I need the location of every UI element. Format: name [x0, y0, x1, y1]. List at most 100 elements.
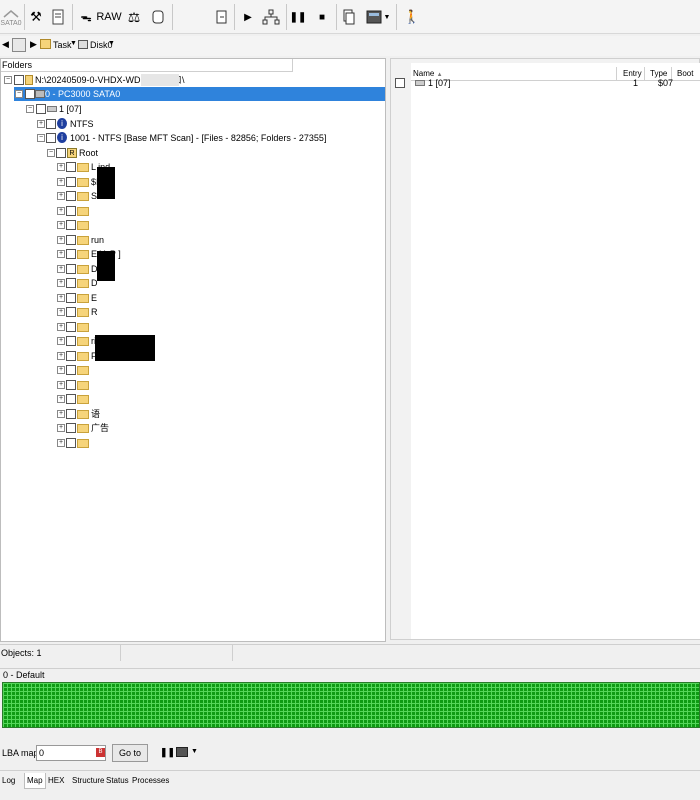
checkbox[interactable] — [66, 176, 76, 187]
tools-button[interactable]: ⚒ — [28, 4, 44, 30]
checkbox[interactable] — [66, 408, 76, 419]
walk-button[interactable]: 🚶 — [404, 4, 420, 30]
checkbox[interactable] — [66, 220, 76, 230]
task-menu[interactable]: Task — [53, 40, 72, 50]
expand-icon[interactable]: + — [57, 366, 65, 374]
pause-icon[interactable]: ❚❚ — [160, 747, 175, 758]
collapse-icon[interactable]: − — [47, 149, 55, 157]
folder-item[interactable]: + 语 — [57, 407, 257, 421]
folder-item[interactable]: + — [57, 320, 257, 334]
collapse-icon[interactable]: − — [37, 134, 45, 142]
image-icon[interactable] — [176, 747, 188, 757]
checkbox[interactable] — [36, 104, 46, 114]
expand-icon[interactable]: + — [57, 163, 65, 171]
tree-button[interactable] — [262, 4, 280, 30]
expand-icon[interactable]: + — [57, 424, 65, 432]
row-checkbox[interactable] — [395, 78, 405, 88]
folder-item[interactable]: + R — [57, 305, 257, 319]
expand-icon[interactable]: + — [57, 322, 65, 331]
expand-icon[interactable]: + — [57, 279, 65, 287]
collapse-icon[interactable]: − — [15, 90, 23, 98]
expand-icon[interactable]: + — [57, 337, 65, 345]
expand-icon[interactable]: + — [57, 235, 65, 244]
checkbox[interactable] — [66, 263, 76, 274]
checkbox[interactable] — [66, 350, 76, 361]
checkbox[interactable] — [66, 336, 76, 346]
checkbox[interactable] — [14, 75, 24, 85]
tree-row-path[interactable]: − N:\20240509-0-VHDX-WD1000-卡扣 \ — [1, 73, 385, 87]
folder-item[interactable]: + — [57, 204, 257, 218]
expand-icon[interactable]: + — [57, 221, 65, 229]
expand-icon[interactable]: + — [57, 351, 65, 360]
chevron-down-icon[interactable]: ▼ — [70, 40, 77, 47]
tree-row-root[interactable]: − R Root — [47, 146, 247, 160]
expand-icon[interactable]: + — [57, 192, 65, 200]
folder-item[interactable]: + $I — [57, 175, 257, 189]
sector-split-button[interactable]: ⚖ — [126, 4, 142, 30]
expand-icon[interactable]: + — [57, 293, 65, 302]
checkbox[interactable] — [66, 394, 76, 404]
checkbox[interactable] — [66, 249, 76, 259]
chevron-down-icon[interactable]: ▼ — [191, 748, 198, 755]
folder-item[interactable]: + rial — [57, 334, 257, 348]
expand-icon[interactable]: + — [57, 264, 65, 273]
tab-hex[interactable]: HEX — [46, 773, 66, 789]
expand-icon[interactable]: + — [57, 380, 65, 389]
collapse-icon[interactable]: − — [4, 76, 12, 84]
binoculars-button[interactable]: ᯓ — [78, 4, 94, 30]
folder-item[interactable]: + — [57, 378, 257, 392]
sata-port-button[interactable]: SATA0 — [0, 4, 22, 30]
checkbox[interactable] — [66, 278, 76, 288]
expand-icon[interactable]: + — [57, 308, 65, 316]
export-button[interactable] — [214, 4, 230, 30]
goto-button[interactable]: Go to — [112, 744, 148, 762]
view-mode-dropdown[interactable]: ▼ — [364, 4, 392, 30]
checkbox[interactable] — [66, 437, 76, 448]
tree-row-ntfs[interactable]: + i NTFS — [37, 117, 237, 131]
tab-structure[interactable]: Structure — [70, 773, 106, 789]
checkbox[interactable] — [46, 133, 56, 143]
folder-item[interactable]: +E YuP ] — [57, 247, 257, 261]
checkbox[interactable] — [25, 89, 35, 99]
expand-icon[interactable]: + — [57, 177, 65, 186]
tree-row-scan[interactable]: − i 1001 - NTFS [Base MFT Scan] - [Files… — [37, 131, 377, 145]
folder-item[interactable]: + D — [57, 262, 257, 276]
checkbox[interactable] — [66, 191, 76, 201]
folder-item[interactable]: +L ind — [57, 160, 257, 174]
folder-item[interactable]: + 广告 — [57, 421, 257, 435]
checkbox[interactable] — [66, 307, 76, 317]
tab-map[interactable]: Map — [24, 773, 46, 789]
tree-row-partition[interactable]: − 1 [07] — [26, 102, 226, 116]
forward-arrow-icon[interactable]: ▶ — [30, 39, 37, 50]
sector-map[interactable] — [2, 682, 700, 728]
checkbox[interactable] — [66, 234, 76, 245]
expand-icon[interactable]: + — [57, 206, 65, 215]
table-row[interactable]: 1 [07] 1 $07 — [411, 77, 700, 90]
checkbox[interactable] — [66, 205, 76, 216]
clear-icon[interactable]: B — [96, 748, 105, 757]
folder-item[interactable]: + F — [57, 349, 257, 363]
expand-icon[interactable]: + — [57, 409, 65, 418]
checkbox[interactable] — [66, 365, 76, 375]
checkbox[interactable] — [66, 292, 76, 303]
back-arrow-icon[interactable]: ◀ — [2, 39, 9, 50]
disk-button[interactable] — [150, 4, 166, 30]
folder-item[interactable]: + — [57, 218, 257, 232]
checkbox[interactable] — [66, 162, 76, 172]
folder-item[interactable]: + D — [57, 276, 257, 290]
checkbox[interactable] — [66, 423, 76, 433]
tab-processes[interactable]: Processes — [130, 773, 171, 789]
tab-status[interactable]: Status — [104, 773, 131, 789]
folder-item[interactable]: + E — [57, 291, 257, 305]
checkbox[interactable] — [66, 321, 76, 332]
expand-icon[interactable]: + — [57, 250, 65, 258]
expand-icon[interactable]: + — [57, 438, 65, 447]
checkbox[interactable] — [56, 148, 66, 158]
checkbox[interactable] — [66, 379, 76, 390]
folder-item[interactable]: + — [57, 363, 257, 377]
device-select-icon[interactable] — [12, 38, 26, 52]
tree-row-device[interactable]: − 0 - PC3000 SATA0 — [14, 87, 385, 101]
pause-button[interactable]: ❚❚ — [290, 4, 307, 30]
collapse-icon[interactable]: − — [26, 105, 34, 113]
folder-item[interactable]: +S l — [57, 189, 257, 203]
